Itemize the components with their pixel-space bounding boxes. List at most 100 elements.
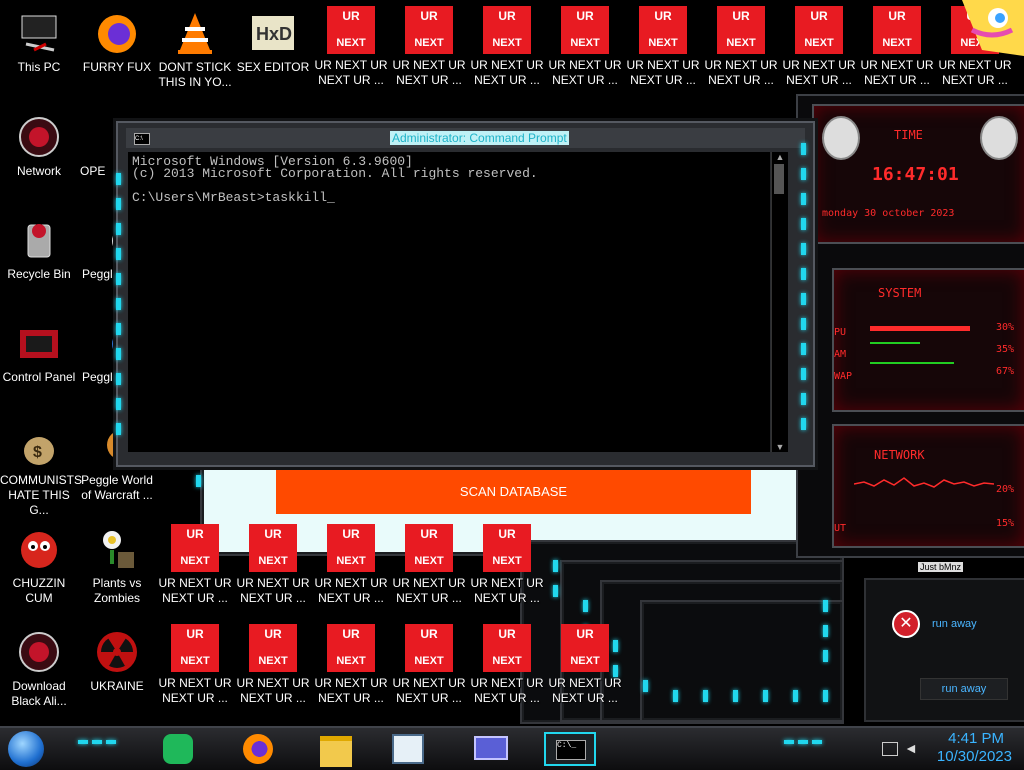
error-icon: ✕ bbox=[892, 610, 920, 638]
scroll-down-arrow-icon[interactable]: ▼ bbox=[772, 442, 788, 452]
desktop-icon-furry-fux[interactable]: FURRY FUX bbox=[78, 10, 156, 75]
ur-next-icon[interactable]: URNEXTUR NEXT UR NEXT UR ... bbox=[702, 6, 780, 88]
desktop-icon-communists[interactable]: $ COMMUNISTS HATE THIS G... bbox=[0, 423, 82, 518]
vlc-icon bbox=[172, 10, 218, 56]
cmd-icon: C:\ bbox=[134, 133, 150, 145]
network-tray-icon[interactable] bbox=[882, 742, 898, 756]
system-row: AM 35% bbox=[834, 342, 1014, 360]
system-label: SYSTEM bbox=[878, 286, 922, 300]
ur-next-icon[interactable]: URNEXTUR NEXT UR NEXT UR ... bbox=[780, 6, 858, 88]
command-prompt-window[interactable]: C:\ Administrator: Command Prompt Micros… bbox=[116, 121, 815, 467]
swap-bar bbox=[870, 362, 954, 364]
ur-next-image: URNEXT bbox=[795, 6, 843, 54]
system-row: PU 30% bbox=[834, 322, 1014, 338]
console-output[interactable]: Microsoft Windows [Version 6.3.9600] (c) … bbox=[128, 152, 770, 452]
desktop-icon-plants-vs-zombies[interactable]: Plants vs Zombies bbox=[78, 526, 156, 606]
volume-icon[interactable]: ◄ bbox=[904, 740, 918, 756]
alien-network-icon bbox=[16, 114, 62, 160]
network-graph bbox=[854, 477, 994, 488]
ur-next-icon[interactable]: URNEXTUR NEXT UR NEXT UR ... bbox=[390, 524, 468, 606]
anime-character-sticker bbox=[952, 0, 1024, 56]
ur-next-icon[interactable]: URNEXTUR NEXT UR NEXT UR ... bbox=[858, 6, 936, 88]
clock-widget: TIME 16:47:01 monday 30 october 2023 bbox=[812, 104, 1024, 244]
console-scrollbar[interactable]: ▲ ▼ bbox=[771, 152, 788, 452]
network-row: UT 15% bbox=[834, 518, 1014, 534]
ur-next-image: URNEXT bbox=[483, 524, 531, 572]
cmd-icon[interactable]: C:\_ bbox=[544, 732, 596, 766]
ur-next-image: URNEXT bbox=[327, 524, 375, 572]
ur-next-icon[interactable]: URNEXTUR NEXT UR NEXT UR ... bbox=[156, 524, 234, 606]
clock-time[interactable]: 4:41 PM bbox=[940, 730, 1004, 747]
radiation-icon bbox=[94, 629, 140, 675]
desktop-icon-chuzzin[interactable]: CHUZZIN CUM bbox=[0, 526, 78, 606]
console-line: C:\Users\MrBeast>taskkill_ bbox=[132, 190, 335, 205]
ur-next-image: URNEXT bbox=[327, 6, 375, 54]
ur-next-icon[interactable]: URNEXTUR NEXT UR NEXT UR ... bbox=[312, 524, 390, 606]
desktop-icon-control-panel[interactable]: Control Panel bbox=[0, 320, 78, 385]
desktop-icon-download-black-alien[interactable]: Download Black Ali... bbox=[0, 629, 78, 709]
clock-date[interactable]: 10/30/2023 bbox=[928, 748, 1012, 765]
desktop-icon-sex-editor[interactable]: HxD SEX EDITOR bbox=[234, 10, 312, 75]
clock-label: TIME bbox=[894, 128, 923, 142]
desktop-icon-ukraine[interactable]: UKRAINE bbox=[78, 629, 156, 694]
ur-next-icon[interactable]: URNEXTUR NEXT UR NEXT UR ... bbox=[156, 624, 234, 706]
hxd-icon: HxD bbox=[250, 10, 296, 56]
plants-vs-zombies-icon bbox=[94, 526, 140, 572]
run-away-button[interactable]: run away bbox=[920, 678, 1008, 700]
ur-next-image: URNEXT bbox=[561, 6, 609, 54]
firefox-icon[interactable] bbox=[243, 734, 273, 764]
clock-date: monday 30 october 2023 bbox=[822, 208, 955, 219]
ur-next-image: URNEXT bbox=[561, 624, 609, 672]
recycle-bin-icon bbox=[16, 217, 62, 263]
ur-next-image: URNEXT bbox=[405, 6, 453, 54]
chat-icon[interactable] bbox=[163, 734, 193, 764]
start-orb-icon[interactable] bbox=[8, 731, 44, 767]
console-line: (c) 2013 Microsoft Corporation. All righ… bbox=[132, 166, 538, 181]
ur-next-image: URNEXT bbox=[171, 624, 219, 672]
ur-next-icon[interactable]: URNEXTUR NEXT UR NEXT UR ... bbox=[624, 6, 702, 88]
chuzzle-icon bbox=[16, 526, 62, 572]
card-icon[interactable] bbox=[474, 736, 508, 760]
window-titlebar[interactable]: C:\ Administrator: Command Prompt bbox=[126, 128, 805, 148]
network-widget: NETWORK 20% UT 15% bbox=[832, 424, 1024, 548]
notepad-icon[interactable] bbox=[392, 734, 424, 764]
ur-next-icon[interactable]: URNEXTUR NEXT UR NEXT UR ... bbox=[390, 6, 468, 88]
alien-head-icon bbox=[980, 116, 1018, 160]
desktop-icon-dont-stick[interactable]: DONT STICK THIS IN YO... bbox=[156, 10, 234, 90]
scan-database-button[interactable]: SCAN DATABASE bbox=[276, 470, 751, 514]
ur-next-icon[interactable]: URNEXTUR NEXT UR NEXT UR ... bbox=[312, 6, 390, 88]
desktop-icon-recycle-bin[interactable]: Recycle Bin bbox=[0, 217, 78, 282]
ur-next-icon[interactable]: URNEXTUR NEXT UR NEXT UR ... bbox=[468, 524, 546, 606]
ur-next-image: URNEXT bbox=[717, 6, 765, 54]
desktop-icon-network[interactable]: Network bbox=[0, 114, 78, 179]
control-panel-icon bbox=[16, 320, 62, 366]
ur-next-icon[interactable]: URNEXTUR NEXT UR NEXT UR ... bbox=[234, 524, 312, 606]
error-text: run away bbox=[932, 618, 977, 630]
svg-text:$: $ bbox=[33, 444, 42, 461]
firefox-icon bbox=[94, 10, 140, 56]
alien-head-icon bbox=[822, 116, 860, 160]
ur-next-image: URNEXT bbox=[483, 6, 531, 54]
ur-next-image: URNEXT bbox=[483, 624, 531, 672]
window-title: Administrator: Command Prompt bbox=[390, 131, 569, 145]
cpu-bar bbox=[870, 326, 970, 331]
ram-bar bbox=[870, 342, 920, 344]
ur-next-image: URNEXT bbox=[249, 524, 297, 572]
scroll-up-arrow-icon[interactable]: ▲ bbox=[772, 152, 788, 162]
ur-next-icon[interactable]: URNEXTUR NEXT UR NEXT UR ... bbox=[312, 624, 390, 706]
ur-next-icon[interactable]: URNEXTUR NEXT UR NEXT UR ... bbox=[546, 6, 624, 88]
desktop-icon-this-pc[interactable]: This PC bbox=[0, 10, 78, 75]
ur-next-icon[interactable]: URNEXTUR NEXT UR NEXT UR ... bbox=[546, 624, 624, 706]
system-row: WAP 67% bbox=[834, 362, 1014, 384]
ur-next-image: URNEXT bbox=[405, 524, 453, 572]
ur-next-icon[interactable]: URNEXTUR NEXT UR NEXT UR ... bbox=[468, 624, 546, 706]
ur-next-icon[interactable]: URNEXTUR NEXT UR NEXT UR ... bbox=[234, 624, 312, 706]
file-explorer-icon[interactable] bbox=[320, 736, 352, 767]
taskbar: C:\_ ◄ 4:41 PM 10/30/2023 bbox=[0, 726, 1024, 770]
ur-next-icon[interactable]: URNEXTUR NEXT UR NEXT UR ... bbox=[390, 624, 468, 706]
computer-icon bbox=[16, 10, 62, 56]
ur-next-icon[interactable]: URNEXTUR NEXT UR NEXT UR ... bbox=[468, 6, 546, 88]
ur-next-image: URNEXT bbox=[327, 624, 375, 672]
svg-text:HxD: HxD bbox=[256, 24, 292, 44]
scroll-thumb[interactable] bbox=[774, 164, 784, 194]
